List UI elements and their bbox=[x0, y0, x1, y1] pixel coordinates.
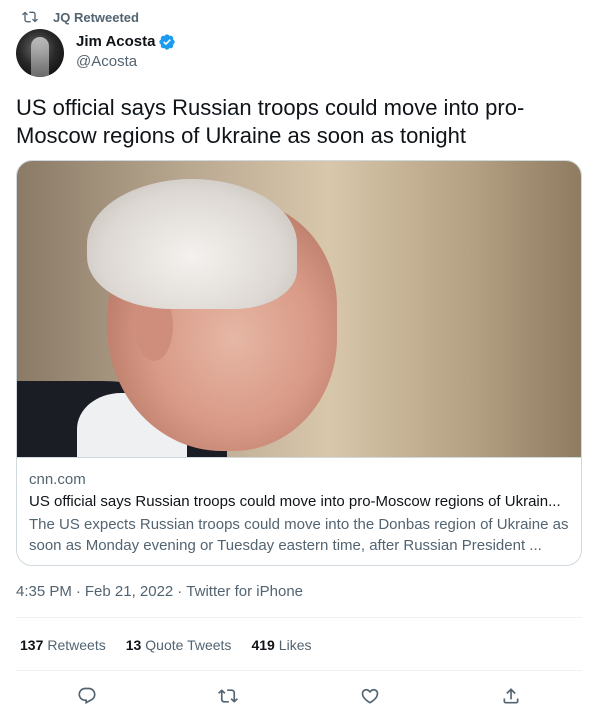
avatar[interactable] bbox=[16, 29, 64, 77]
divider bbox=[16, 670, 582, 671]
tweet-stats: 137 Retweets 13 Quote Tweets 419 Likes bbox=[20, 635, 331, 655]
tweet-text: US official says Russian troops could mo… bbox=[16, 95, 525, 148]
link-card[interactable]: cnn.com US official says Russian troops … bbox=[16, 160, 582, 566]
tweet-author: Jim Acosta @Acosta bbox=[16, 29, 176, 77]
quote-tweets-label: Quote Tweets bbox=[145, 637, 232, 653]
meta-separator: · bbox=[177, 583, 183, 600]
likes-stat[interactable]: 419 Likes bbox=[251, 635, 311, 655]
tweet-time[interactable]: 4:35 PM bbox=[16, 582, 72, 602]
card-image[interactable] bbox=[17, 161, 581, 457]
retweet-context[interactable]: JQ Retweeted bbox=[22, 8, 139, 26]
reply-icon[interactable] bbox=[75, 684, 99, 708]
tweet-actions bbox=[16, 680, 582, 712]
author-display-name[interactable]: Jim Acosta bbox=[76, 32, 155, 52]
likes-label: Likes bbox=[278, 637, 312, 653]
card-title: US official says Russian troops could mo… bbox=[29, 493, 561, 510]
tweet-source[interactable]: Twitter for iPhone bbox=[186, 582, 303, 602]
quote-tweets-stat[interactable]: 13 Quote Tweets bbox=[126, 635, 232, 655]
retweet-context-label: JQ Retweeted bbox=[53, 9, 139, 25]
likes-count: 419 bbox=[251, 637, 275, 653]
share-icon[interactable] bbox=[499, 684, 523, 708]
divider bbox=[16, 617, 582, 618]
retweets-count: 137 bbox=[20, 637, 44, 653]
verified-badge-icon bbox=[158, 33, 176, 51]
card-meta[interactable]: cnn.com US official says Russian troops … bbox=[17, 457, 581, 565]
retweets-label: Retweets bbox=[47, 637, 106, 653]
tweet-date[interactable]: Feb 21, 2022 bbox=[85, 582, 173, 602]
retweet-button-icon[interactable] bbox=[216, 684, 240, 708]
quote-tweets-count: 13 bbox=[125, 637, 142, 653]
author-handle[interactable]: @Acosta bbox=[76, 52, 176, 72]
card-domain: cnn.com bbox=[29, 471, 86, 488]
tweet-meta: 4:35 PM · Feb 21, 2022 · Twitter for iPh… bbox=[16, 582, 303, 602]
meta-separator: · bbox=[75, 583, 81, 600]
retweet-icon bbox=[22, 9, 38, 25]
card-description: The US expects Russian troops could move… bbox=[29, 516, 569, 554]
retweets-stat[interactable]: 137 Retweets bbox=[20, 635, 106, 655]
heart-icon[interactable] bbox=[358, 684, 382, 708]
author-name-row[interactable]: Jim Acosta bbox=[76, 32, 176, 52]
